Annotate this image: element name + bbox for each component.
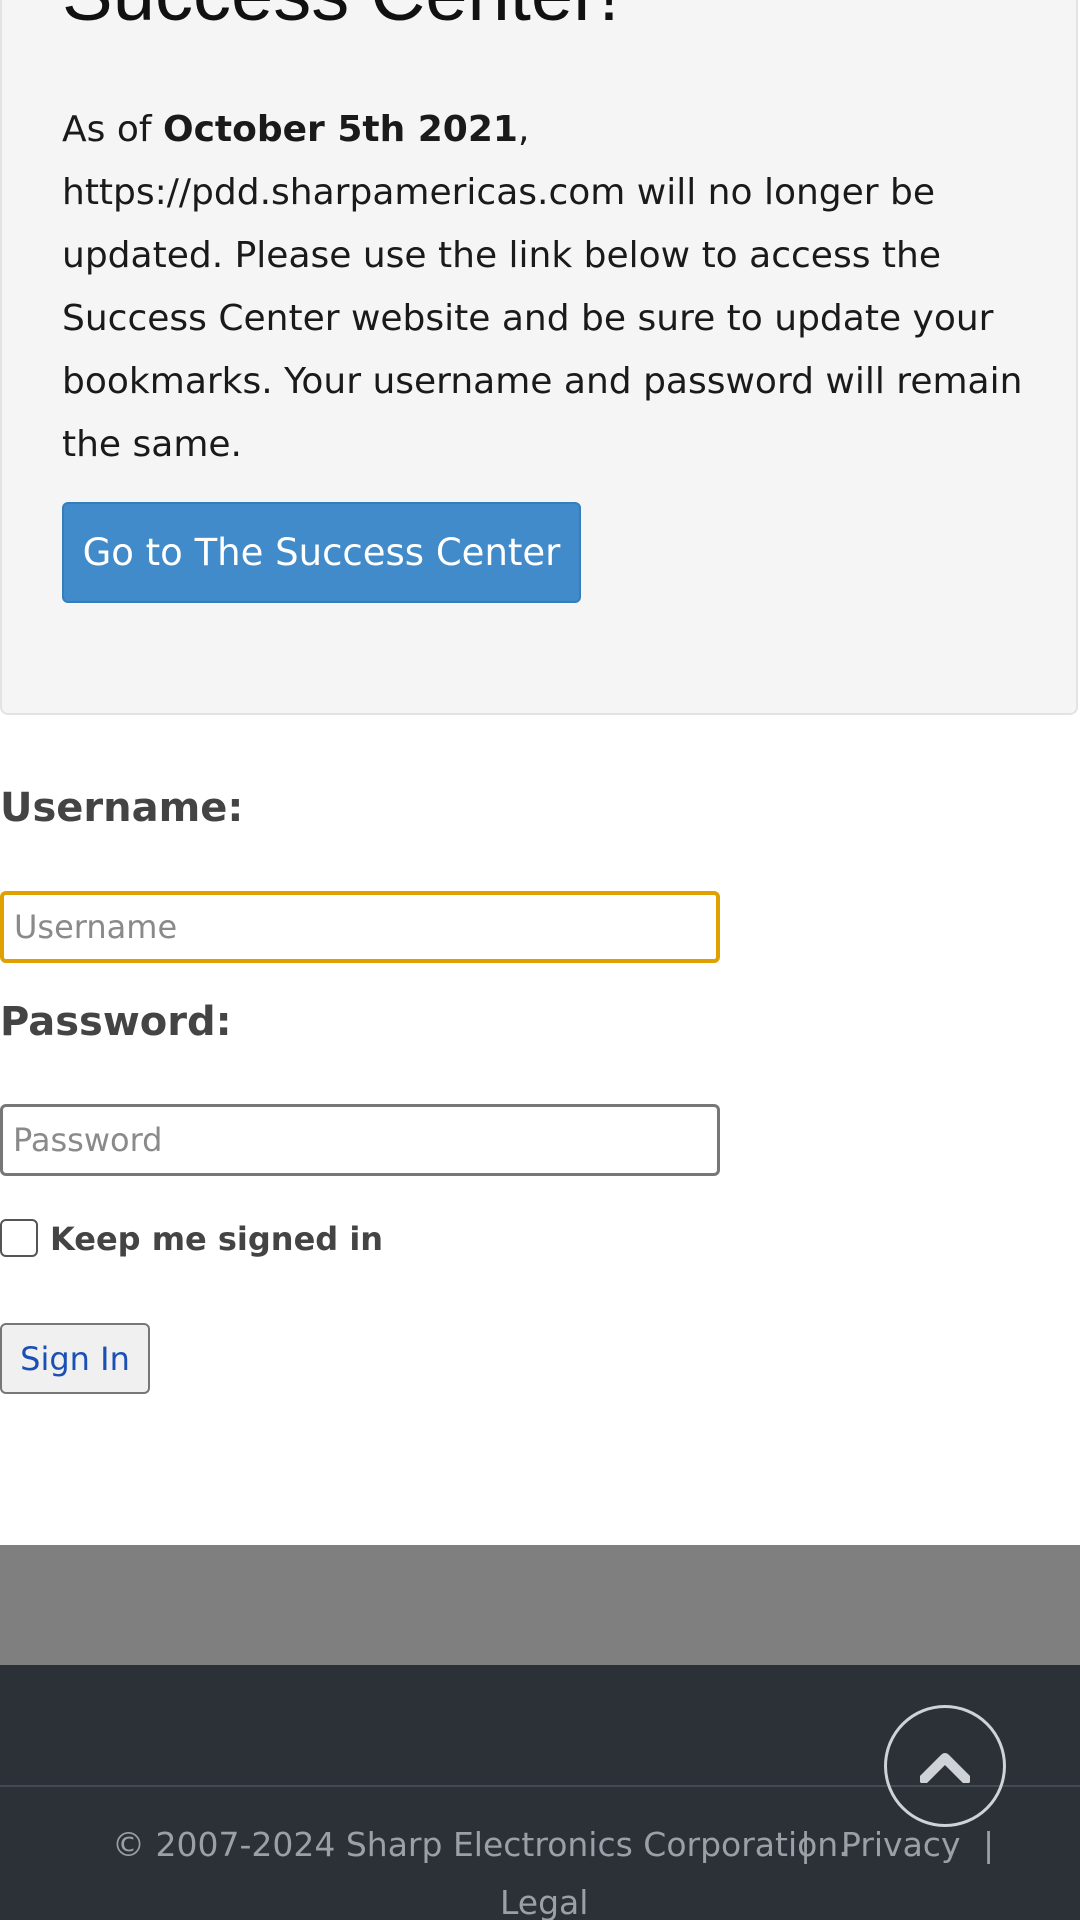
notice-heading: Success Center! xyxy=(62,0,1052,40)
username-label: Username: xyxy=(0,785,244,831)
go-to-success-center-button[interactable]: Go to The Success Center xyxy=(62,502,581,603)
footer-separator: | xyxy=(983,1825,995,1864)
keep-signed-in-label[interactable]: Keep me signed in xyxy=(50,1220,383,1258)
privacy-link[interactable]: Privacy xyxy=(841,1825,960,1864)
password-label: Password: xyxy=(0,999,232,1045)
password-input[interactable] xyxy=(0,1104,720,1176)
legal-link[interactable]: Legal xyxy=(500,1883,588,1920)
footer-separator: | xyxy=(800,1825,812,1864)
notice-body: As of October 5th 2021, https://pdd.shar… xyxy=(62,98,1042,476)
keep-signed-in-checkbox[interactable] xyxy=(0,1219,38,1257)
notice-body-prefix: As of xyxy=(62,109,163,150)
notice-date: October 5th 2021 xyxy=(162,109,518,150)
success-center-notice: Success Center! As of October 5th 2021, … xyxy=(0,0,1078,715)
chevron-up-icon xyxy=(920,1753,970,1783)
notice-body-text: , https://pdd.sharpamericas.com will no … xyxy=(62,109,1023,465)
footer: © 2007-2024 Sharp Electronics Corporatio… xyxy=(0,1665,1080,1920)
copyright-text: © 2007-2024 Sharp Electronics Corporatio… xyxy=(112,1825,849,1864)
sign-in-button[interactable]: Sign In xyxy=(0,1323,150,1394)
footer-top-band xyxy=(0,1545,1080,1665)
username-input[interactable] xyxy=(0,891,720,963)
scroll-to-top-button[interactable] xyxy=(884,1705,1006,1827)
